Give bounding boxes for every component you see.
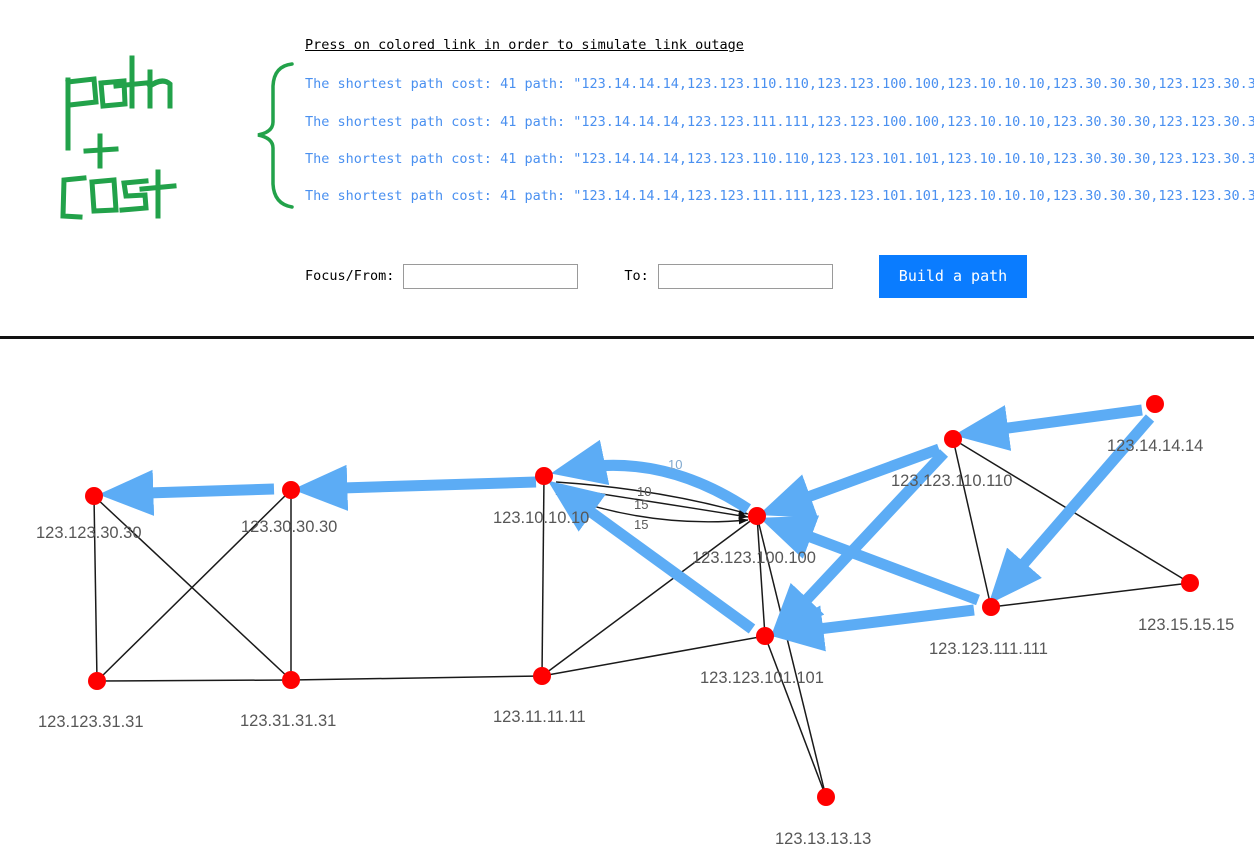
node-label: 123.15.15.15	[1138, 616, 1235, 634]
graph-node[interactable]	[533, 667, 551, 685]
graph-node[interactable]	[748, 507, 766, 525]
build-path-button[interactable]: Build a path	[878, 254, 1028, 298]
graph-node[interactable]	[756, 627, 774, 645]
shortest-path-result: The shortest path cost: 41 path: "123.14…	[305, 114, 1254, 130]
graph-node[interactable]	[282, 481, 300, 499]
control-panel: Press on colored link in order to simula…	[0, 0, 1254, 338]
node-label: 123.123.30.30	[36, 524, 142, 542]
graph-node[interactable]	[535, 467, 553, 485]
to-input[interactable]	[657, 263, 833, 289]
network-topology-graph[interactable]: 123.123.30.30 123.30.30.30 123.123.31.31 12…	[0, 339, 1254, 868]
graph-node[interactable]	[282, 671, 300, 689]
node-label: 123.11.11.11	[493, 708, 586, 726]
shortest-path-result: The shortest path cost: 41 path: "123.14…	[305, 151, 1254, 167]
shortest-path-result: The shortest path cost: 41 path: "123.14…	[305, 188, 1254, 204]
shortest-path-result: The shortest path cost: 41 path: "123.14…	[305, 76, 1254, 92]
edge-weight-label: 15	[634, 497, 649, 512]
node-label: 123.123.111.111	[929, 640, 1048, 658]
node-label: 123.14.14.14	[1107, 437, 1204, 455]
to-field-label: To:	[624, 268, 649, 284]
graph-node[interactable]	[982, 598, 1000, 616]
from-input[interactable]	[403, 263, 579, 289]
graph-node[interactable]	[85, 487, 103, 505]
node-label: 123.30.30.30	[241, 518, 338, 536]
path-builder-form: Focus/From: To: Build a path	[305, 254, 1028, 298]
graph-nodes[interactable]	[85, 395, 1199, 806]
node-label: 123.123.100.100	[692, 549, 816, 567]
graph-node[interactable]	[1181, 574, 1199, 592]
graph-canvas[interactable]	[0, 339, 1254, 868]
edge-weight-label: 10	[668, 457, 683, 472]
graph-node[interactable]	[817, 788, 835, 806]
edge-weight-label: 15	[634, 517, 649, 532]
node-label: 123.10.10.10	[493, 509, 590, 527]
graph-node[interactable]	[88, 672, 106, 690]
node-label: 123.13.13.13	[775, 830, 872, 848]
graph-node[interactable]	[1146, 395, 1164, 413]
node-label: 123.123.31.31	[38, 713, 144, 731]
node-label: 123.123.101.101	[700, 669, 824, 687]
node-label: 123.31.31.31	[240, 712, 337, 730]
node-label: 123.123.110.110	[891, 472, 1013, 490]
outage-hint-text: Press on colored link in order to simula…	[305, 37, 744, 53]
graph-node[interactable]	[944, 430, 962, 448]
curly-brace-icon	[257, 62, 294, 209]
from-field-label: Focus/From:	[305, 268, 395, 284]
